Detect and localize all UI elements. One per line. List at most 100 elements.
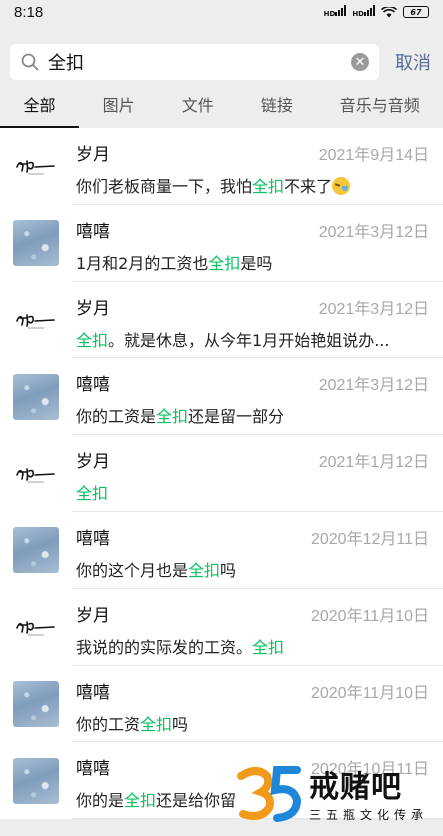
snippet-highlight: 全扣 [140,714,173,734]
list-item[interactable]: 岁月 2021年9月14日你们老板商量一下，我怕全扣不来了 [0,128,443,205]
avatar-wrap [0,589,72,666]
avatar[interactable] [13,296,59,343]
status-icons: HD HD 67 [324,5,429,19]
snippet-after: 还是留一部分 [188,407,285,427]
signature-icon [16,160,55,175]
avatar[interactable] [13,527,59,574]
avatar-wrap [0,128,72,205]
tab-links[interactable]: 链接 [237,90,316,128]
snippet-highlight: 全扣 [76,330,109,350]
clear-icon[interactable]: ✕ [351,53,369,71]
snippet-before: 你的工资是 [76,407,157,427]
message-snippet: 我说的的实际发的工资。全扣 [76,634,429,658]
avatar[interactable] [13,680,59,727]
contact-name: 岁月 [76,298,110,319]
message-snippet: 你的这个月也是全扣吗 [76,557,429,581]
avatar-wrap [0,205,72,282]
snippet-highlight: 全扣 [252,637,285,657]
avatar-wrap [0,742,72,819]
crying-laughing-emoji-icon [332,177,351,195]
status-time: 8:18 [14,3,44,21]
avatar[interactable] [13,757,59,804]
signal-icon-2: HD [352,5,375,19]
message-date: 2021年9月14日 [318,147,429,164]
avatar-wrap [0,358,72,435]
search-results-list: 岁月 2021年9月14日你们老板商量一下，我怕全扣不来了 嘻嘻 2021年3月12日… [0,128,443,820]
snippet-after: 。就是休息，从今年1月开始艳姐说办... [108,330,390,350]
list-item[interactable]: 嘻嘻 2020年11月10日 你的工资全扣吗 [0,666,443,743]
result-content: 嘻嘻 2020年12月11日你的这个月也是全扣吗 [72,512,443,589]
list-item[interactable]: 嘻嘻 2021年3月12日 1月和2月的工资也全扣是吗 [0,205,443,282]
cancel-button[interactable]: 取消 [379,49,431,75]
avatar[interactable] [13,450,59,497]
list-item[interactable]: 岁月 2021年3月12日全扣。就是休息，从今年1月开始艳姐说办... [0,282,443,359]
contact-name: 嘻嘻 [76,375,110,396]
list-item[interactable]: 岁月 2021年1月12日 全扣 [0,435,443,512]
result-content: 嘻嘻 2021年3月12日 1月和2月的工资也全扣是吗 [72,205,443,282]
message-snippet: 全扣 [76,480,429,504]
message-date: 2021年3月12日 [318,377,429,395]
list-item[interactable]: 嘻嘻 2020年12月11日你的这个月也是全扣吗 [0,512,443,589]
snippet-highlight: 全扣 [208,253,241,273]
snippet-highlight: 全扣 [188,560,221,580]
signature-icon [16,314,55,329]
watermark-subtitle: 三五瓶文化传承 [309,807,429,822]
signature-icon [16,621,55,636]
avatar[interactable] [13,220,59,267]
wifi-icon [381,6,397,17]
message-snippet: 全扣。就是休息，从今年1月开始艳姐说办... [76,327,429,351]
avatar-wrap [0,282,72,359]
tab-all[interactable]: 全部 [0,90,80,128]
message-date: 2021年1月12日 [318,454,429,472]
snippet-after: 还是给你留 [156,791,237,811]
snippet-before: 1月和2月的工资也 [76,253,209,273]
message-date: 2020年11月10日 [310,607,429,625]
avatar[interactable] [13,143,59,190]
snippet-before: 你的是 [76,791,125,811]
contact-name: 嘻嘻 [76,528,110,549]
search-input[interactable] [40,51,351,73]
message-date: 2021年3月12日 [318,223,429,241]
snippet-before: 你的这个月也是 [76,560,189,580]
signature-icon [16,467,55,482]
avatar[interactable] [13,373,59,420]
avatar[interactable] [13,604,59,651]
list-item[interactable]: 岁月 2020年11月10日我说的的实际发的工资。全扣 [0,589,443,666]
list-item[interactable]: 嘻嘻 2021年3月12日你的工资是全扣还是留一部分 [0,358,443,435]
search-bar: ✕ 取消 [0,24,443,90]
avatar-wrap [0,512,72,589]
result-content: 岁月 2021年9月14日你们老板商量一下，我怕全扣不来了 [72,128,443,205]
message-snippet: 你们老板商量一下，我怕全扣不来了 [76,173,429,197]
message-date: 2021年3月12日 [318,300,429,318]
snippet-highlight: 全扣 [252,177,285,196]
contact-name: 岁月 [76,145,110,165]
message-snippet: 1月和2月的工资也全扣是吗 [76,250,429,274]
result-content: 嘻嘻 2021年3月12日你的工资是全扣还是留一部分 [72,358,443,435]
snippet-before: 你们老板商量一下，我怕 [76,177,253,196]
search-icon [21,53,39,71]
avatar-wrap [0,666,72,743]
snippet-before: 你的工资 [76,714,141,734]
snippet-after: 吗 [220,560,237,580]
tab-images[interactable]: 图片 [79,90,158,128]
snippet-after: 吗 [172,714,189,734]
snippet-highlight: 全扣 [156,407,189,427]
result-content: 岁月 2021年3月12日全扣。就是休息，从今年1月开始艳姐说办... [72,282,443,359]
result-content: 岁月 2021年1月12日 全扣 [72,435,443,512]
result-content: 岁月 2020年11月10日我说的的实际发的工资。全扣 [72,589,443,666]
contact-name: 岁月 [76,605,110,626]
watermark-logo [237,762,303,822]
contact-name: 嘻嘻 [76,759,110,780]
watermark: 戒赌吧 三五瓶文化传承 [237,754,437,830]
avatar-wrap [0,435,72,512]
message-snippet: 你的工资是全扣还是留一部分 [76,403,429,427]
search-box[interactable]: ✕ [10,44,379,80]
tab-files[interactable]: 文件 [158,90,237,128]
message-date: 2020年12月11日 [310,530,429,548]
tab-music-audio[interactable]: 音乐与音频 [316,90,443,128]
result-content: 嘻嘻 2020年11月10日 你的工资全扣吗 [72,666,443,743]
watermark-title: 戒赌吧 [309,769,402,805]
snippet-before: 我说的的实际发的工资。 [76,637,253,657]
snippet-highlight: 全扣 [124,791,157,811]
signal-icon-1: HD [324,5,347,19]
